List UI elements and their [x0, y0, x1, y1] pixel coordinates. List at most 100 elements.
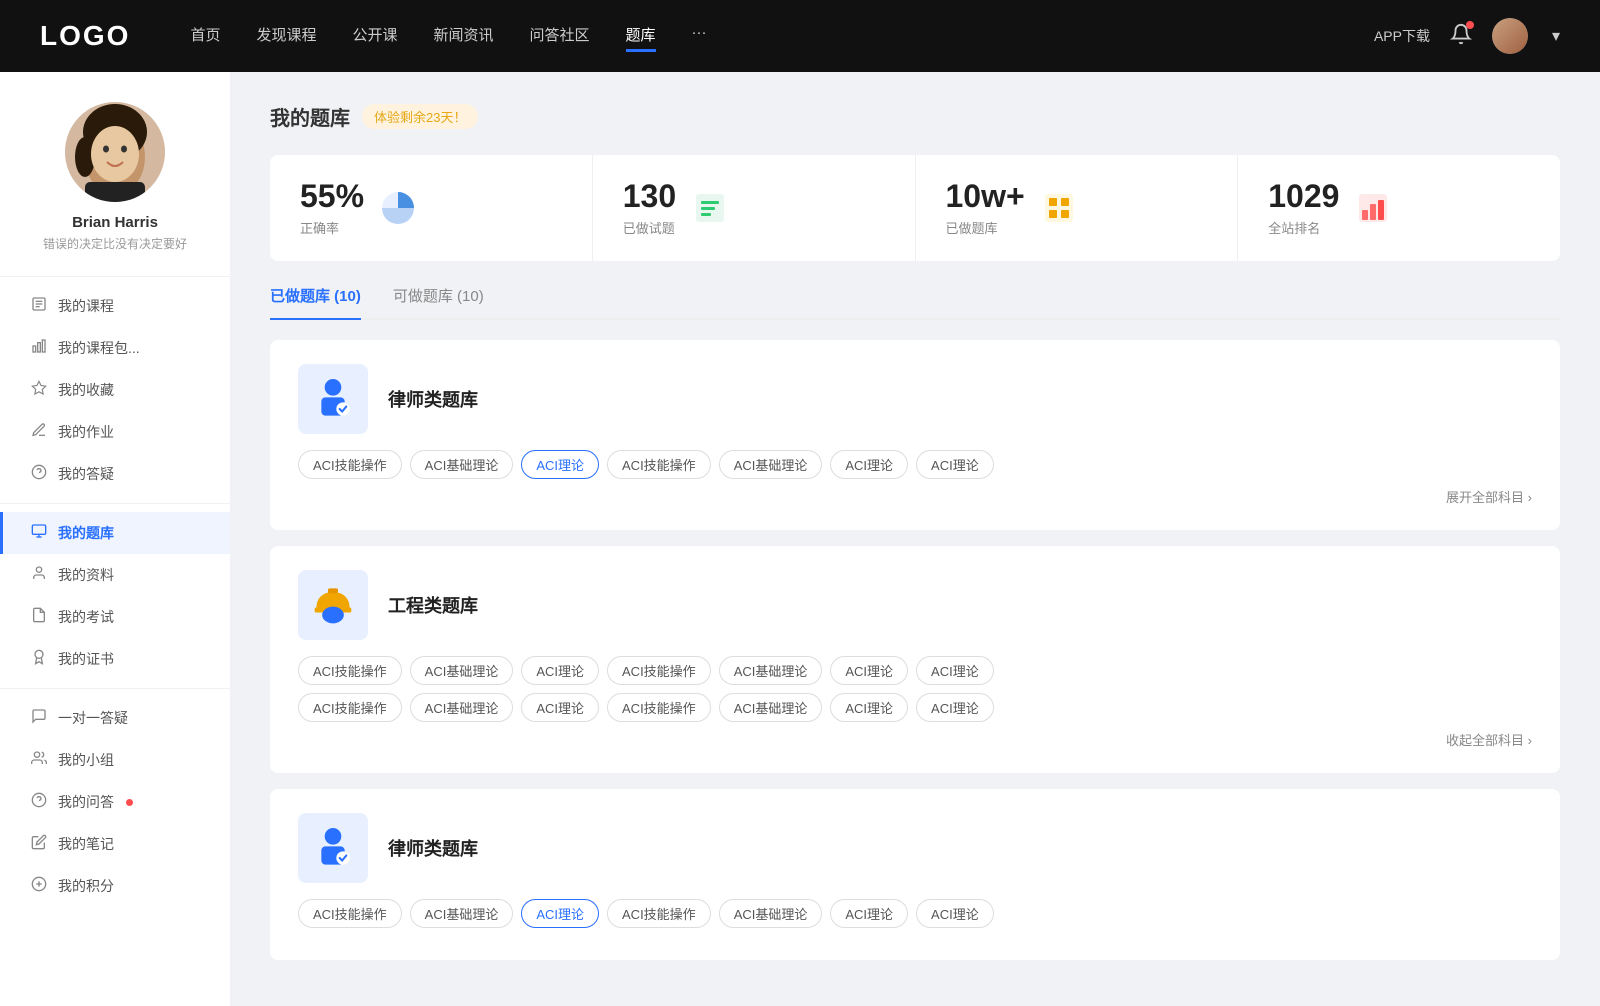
- star-icon: [30, 380, 48, 400]
- tags-row-2a: ACI技能操作 ACI基础理论 ACI理论 ACI技能操作 ACI基础理论 AC…: [298, 656, 1532, 685]
- tag[interactable]: ACI基础理论: [410, 656, 514, 685]
- tag[interactable]: ACI技能操作: [298, 899, 402, 928]
- tags-row-1: ACI技能操作 ACI基础理论 ACI理论 ACI技能操作 ACI基础理论 AC…: [298, 450, 1532, 479]
- tag[interactable]: ACI理论: [830, 450, 908, 479]
- tag[interactable]: ACI理论: [521, 656, 599, 685]
- ranking-icon: [1355, 190, 1391, 226]
- stat-label-banks: 已做题库: [946, 218, 1025, 237]
- bank-icon-engineer: [298, 570, 368, 640]
- cert-icon: [30, 649, 48, 669]
- bank-tabs: 已做题库 (10) 可做题库 (10): [270, 285, 1560, 320]
- tab-done[interactable]: 已做题库 (10): [270, 285, 361, 318]
- tag[interactable]: ACI理论: [830, 899, 908, 928]
- sidebar-item-myquestion[interactable]: 我的问答: [0, 781, 230, 823]
- nav-opencourse[interactable]: 公开课: [352, 20, 397, 52]
- sidebar-item-myhomework[interactable]: 我的作业: [0, 411, 230, 453]
- tag[interactable]: ACI基础理论: [719, 899, 823, 928]
- tag[interactable]: ACI理论: [916, 656, 994, 685]
- tag[interactable]: ACI技能操作: [607, 899, 711, 928]
- collapse-link-2[interactable]: 收起全部科目 ›: [298, 730, 1532, 749]
- sidebar-item-myprofile[interactable]: 我的资料: [0, 554, 230, 596]
- tag[interactable]: ACI基础理论: [410, 450, 514, 479]
- tag[interactable]: ACI技能操作: [298, 693, 402, 722]
- chat-icon: [30, 708, 48, 728]
- app-download-button[interactable]: APP下载: [1374, 26, 1430, 46]
- sidebar-item-mycollection[interactable]: 我的收藏: [0, 369, 230, 411]
- tag[interactable]: ACI基础理论: [719, 656, 823, 685]
- tag[interactable]: ACI技能操作: [607, 693, 711, 722]
- page-header: 我的题库 体验剩余23天！: [270, 102, 1560, 131]
- sidebar-item-label: 我的证书: [58, 649, 114, 669]
- sidebar: Brian Harris 错误的决定比没有决定要好 我的课程 我的课程包... …: [0, 72, 230, 1006]
- sidebar-item-mycourse[interactable]: 我的课程: [0, 285, 230, 327]
- question2-icon: [30, 792, 48, 812]
- tag[interactable]: ACI理论: [916, 899, 994, 928]
- stat-done-questions: 130 已做试题: [593, 155, 916, 261]
- tag[interactable]: ACI理论: [916, 693, 994, 722]
- nav-qa[interactable]: 问答社区: [530, 20, 590, 52]
- navbar-right: APP下载 ▾: [1374, 18, 1560, 54]
- sidebar-item-mynote[interactable]: 我的笔记: [0, 823, 230, 865]
- nav-news[interactable]: 新闻资讯: [434, 20, 494, 52]
- tag[interactable]: ACI理论: [521, 693, 599, 722]
- bank-header-3: 律师类题库: [298, 813, 1532, 883]
- expand-link-1[interactable]: 展开全部科目 ›: [298, 487, 1532, 506]
- tag[interactable]: ACI理论: [830, 656, 908, 685]
- sidebar-item-label: 我的收藏: [58, 380, 114, 400]
- tag[interactable]: ACI理论: [916, 450, 994, 479]
- tag-selected[interactable]: ACI理论: [521, 450, 599, 479]
- sidebar-item-mycert[interactable]: 我的证书: [0, 638, 230, 680]
- tag[interactable]: ACI技能操作: [607, 656, 711, 685]
- notification-bell-icon[interactable]: [1450, 23, 1472, 50]
- tag[interactable]: ACI基础理论: [410, 693, 514, 722]
- sidebar-divider-bot: [0, 688, 230, 689]
- stat-label-done: 已做试题: [623, 218, 676, 237]
- sidebar-item-mybank[interactable]: 我的题库: [0, 512, 230, 554]
- nav-questionbank[interactable]: 题库: [626, 20, 656, 52]
- sidebar-item-label: 我的积分: [58, 876, 114, 896]
- tag[interactable]: ACI基础理论: [410, 899, 514, 928]
- sidebar-item-label: 我的小组: [58, 750, 114, 770]
- stat-value-done: 130: [623, 179, 676, 214]
- bank-name-3: 律师类题库: [388, 835, 478, 861]
- nav-home[interactable]: 首页: [190, 20, 220, 52]
- homework-icon: [30, 422, 48, 442]
- avatar: [65, 102, 165, 202]
- sidebar-item-mygroup[interactable]: 我的小组: [0, 739, 230, 781]
- tag[interactable]: ACI理论: [830, 693, 908, 722]
- sidebar-item-label: 一对一答疑: [58, 708, 128, 728]
- stat-label-rank: 全站排名: [1268, 218, 1339, 237]
- sidebar-item-mypoints[interactable]: 我的积分: [0, 865, 230, 907]
- user-avatar-nav[interactable]: [1492, 18, 1528, 54]
- sidebar-item-myexam[interactable]: 我的考试: [0, 596, 230, 638]
- sidebar-item-myqa[interactable]: 我的答疑: [0, 453, 230, 495]
- sidebar-item-label: 我的笔记: [58, 834, 114, 854]
- nav-discover[interactable]: 发现课程: [256, 20, 316, 52]
- bank-icon-lawyer-2: [298, 813, 368, 883]
- tab-available[interactable]: 可做题库 (10): [393, 285, 484, 318]
- nav-more[interactable]: ···: [692, 20, 707, 52]
- bank-header-2: 工程类题库: [298, 570, 1532, 640]
- tag[interactable]: ACI基础理论: [719, 450, 823, 479]
- bank-header-1: 律师类题库: [298, 364, 1532, 434]
- tag[interactable]: ACI基础理论: [719, 693, 823, 722]
- profile-icon: [30, 565, 48, 585]
- list-icon: [692, 190, 728, 226]
- stat-accuracy: 55% 正确率: [270, 155, 593, 261]
- tag[interactable]: ACI技能操作: [607, 450, 711, 479]
- sidebar-item-1on1[interactable]: 一对一答疑: [0, 697, 230, 739]
- user-dropdown-chevron-icon[interactable]: ▾: [1552, 26, 1560, 46]
- sidebar-item-label: 我的资料: [58, 565, 114, 585]
- tag[interactable]: ACI技能操作: [298, 656, 402, 685]
- sidebar-item-label: 我的作业: [58, 422, 114, 442]
- points-icon: [30, 876, 48, 896]
- tag-selected[interactable]: ACI理论: [521, 899, 599, 928]
- bank-icon-lawyer-1: [298, 364, 368, 434]
- bank-card-engineer: 工程类题库 ACI技能操作 ACI基础理论 ACI理论 ACI技能操作 ACI基…: [270, 546, 1560, 773]
- sidebar-item-label: 我的问答: [58, 792, 114, 812]
- sidebar-item-mycoursepack[interactable]: 我的课程包...: [0, 327, 230, 369]
- bank-card-lawyer-1: 律师类题库 ACI技能操作 ACI基础理论 ACI理论 ACI技能操作 ACI基…: [270, 340, 1560, 530]
- sidebar-divider-top: [0, 276, 230, 277]
- tag[interactable]: ACI技能操作: [298, 450, 402, 479]
- group-icon: [30, 750, 48, 770]
